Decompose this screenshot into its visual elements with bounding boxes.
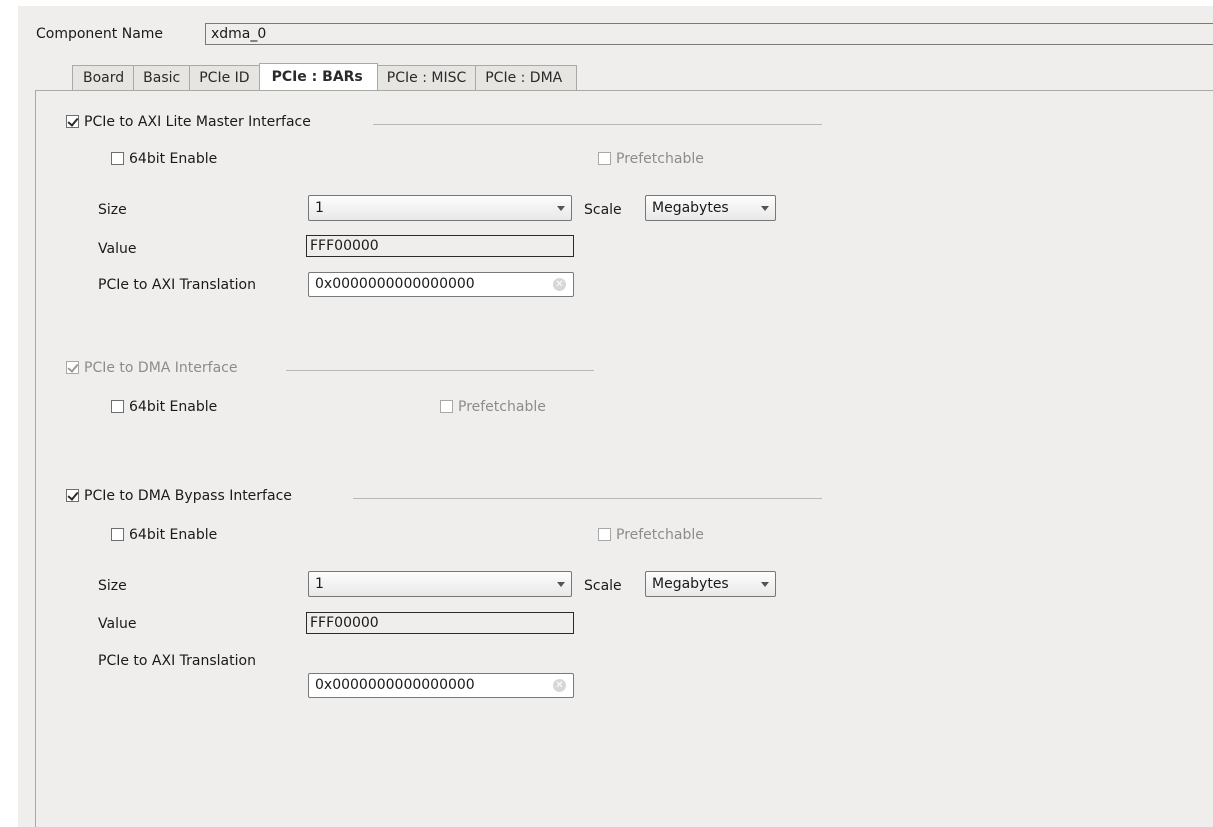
- bypass-size-dropdown[interactable]: 1: [308, 571, 572, 597]
- axi-lite-64bit-checkbox[interactable]: [111, 152, 124, 165]
- bypass-size-label: Size: [98, 578, 127, 594]
- dma-64bit-label: 64bit Enable: [129, 399, 218, 415]
- chevron-down-icon: [761, 582, 769, 587]
- bypass-translation-input[interactable]: 0x0000000000000000 ✕: [308, 673, 574, 698]
- axi-lite-group-header[interactable]: PCIe to AXI Lite Master Interface: [66, 114, 311, 130]
- dma-prefetch-checkbox[interactable]: [440, 400, 453, 413]
- bypass-enable-checkbox[interactable]: [66, 489, 79, 502]
- dma-group-header[interactable]: PCIe to DMA Interface: [66, 360, 237, 376]
- component-name-label: Component Name: [36, 26, 164, 42]
- chevron-down-icon: [761, 206, 769, 211]
- axi-lite-64bit-option[interactable]: 64bit Enable: [111, 151, 217, 167]
- group-separator: [286, 370, 594, 371]
- bypass-value-field: FFF00000: [306, 612, 574, 634]
- chevron-down-icon: [557, 582, 565, 587]
- bypass-scale-dropdown[interactable]: Megabytes: [645, 571, 776, 597]
- tab-pcie-id[interactable]: PCIe ID: [189, 65, 259, 91]
- axi-lite-group-title: PCIe to AXI Lite Master Interface: [84, 114, 311, 130]
- axi-lite-size-dropdown[interactable]: 1: [308, 195, 572, 221]
- tab-pcie-dma[interactable]: PCIe : DMA: [475, 65, 578, 91]
- axi-lite-prefetch-option[interactable]: Prefetchable: [598, 151, 704, 167]
- bypass-prefetch-checkbox[interactable]: [598, 528, 611, 541]
- bypass-64bit-label: 64bit Enable: [129, 527, 218, 543]
- clear-icon[interactable]: ✕: [553, 679, 566, 692]
- axi-lite-64bit-label: 64bit Enable: [129, 151, 218, 167]
- bypass-group-header[interactable]: PCIe to DMA Bypass Interface: [66, 488, 292, 504]
- group-separator: [353, 498, 822, 499]
- bypass-prefetch-label: Prefetchable: [616, 527, 704, 543]
- axi-lite-value-field: FFF00000: [306, 235, 574, 257]
- axi-lite-prefetch-checkbox[interactable]: [598, 152, 611, 165]
- axi-lite-value-label: Value: [98, 241, 137, 257]
- tab-basic[interactable]: Basic: [133, 65, 190, 91]
- group-separator: [373, 124, 822, 125]
- dma-prefetch-label: Prefetchable: [458, 399, 546, 415]
- component-name-input[interactable]: xdma_0: [205, 23, 1213, 45]
- dma-prefetch-option[interactable]: Prefetchable: [440, 399, 546, 415]
- dma-64bit-option[interactable]: 64bit Enable: [111, 399, 217, 415]
- tab-panel-border: [35, 90, 1213, 91]
- axi-lite-size-label: Size: [98, 202, 127, 218]
- bypass-scale-label: Scale: [584, 578, 622, 594]
- tab-panel-border-left: [35, 90, 36, 827]
- tab-pcie-bars[interactable]: PCIe : BARs: [258, 63, 378, 91]
- axi-lite-prefetch-label: Prefetchable: [616, 151, 704, 167]
- tab-board[interactable]: Board: [72, 65, 134, 91]
- axi-lite-translation-input[interactable]: 0x0000000000000000 ✕: [308, 272, 574, 297]
- bypass-scale-value: Megabytes: [652, 576, 729, 592]
- tab-pcie-misc[interactable]: PCIe : MISC: [377, 65, 476, 91]
- bypass-group-title: PCIe to DMA Bypass Interface: [84, 488, 292, 504]
- bypass-prefetch-option[interactable]: Prefetchable: [598, 527, 704, 543]
- bypass-translation-value: 0x0000000000000000: [315, 677, 475, 693]
- dma-64bit-checkbox[interactable]: [111, 400, 124, 413]
- dma-group-title: PCIe to DMA Interface: [84, 360, 238, 376]
- bypass-value-label: Value: [98, 616, 137, 632]
- dma-enable-checkbox[interactable]: [66, 361, 79, 374]
- bypass-translation-label: PCIe to AXI Translation: [98, 653, 256, 669]
- axi-lite-translation-label: PCIe to AXI Translation: [98, 277, 256, 293]
- axi-lite-scale-label: Scale: [584, 202, 622, 218]
- axi-lite-size-value: 1: [315, 200, 324, 216]
- chevron-down-icon: [557, 206, 565, 211]
- bypass-size-value: 1: [315, 576, 324, 592]
- axi-lite-scale-value: Megabytes: [652, 200, 729, 216]
- axi-lite-enable-checkbox[interactable]: [66, 115, 79, 128]
- tab-bar: Board Basic PCIe ID PCIe : BARs PCIe : M…: [72, 63, 578, 91]
- bypass-64bit-option[interactable]: 64bit Enable: [111, 527, 217, 543]
- clear-icon[interactable]: ✕: [553, 278, 566, 291]
- axi-lite-translation-value: 0x0000000000000000: [315, 276, 475, 292]
- axi-lite-scale-dropdown[interactable]: Megabytes: [645, 195, 776, 221]
- bypass-64bit-checkbox[interactable]: [111, 528, 124, 541]
